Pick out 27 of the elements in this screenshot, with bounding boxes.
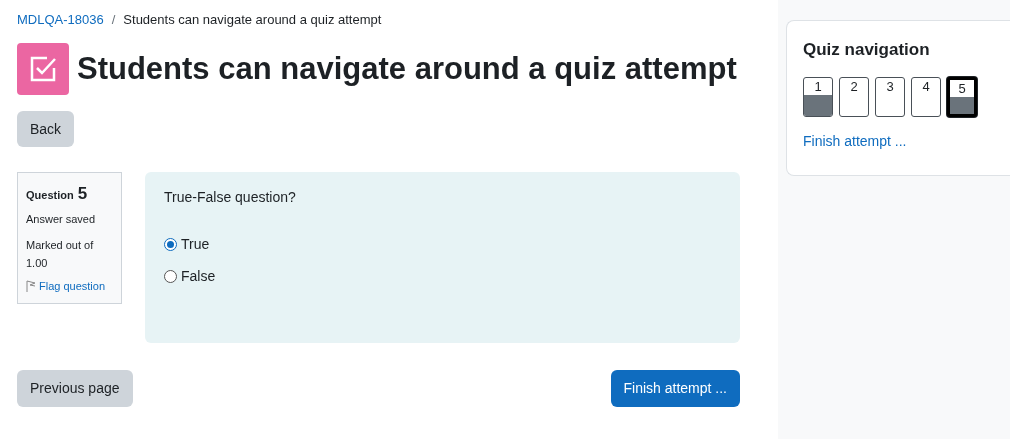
question-nav-button[interactable]: 1 — [803, 76, 833, 117]
question-nav-button[interactable]: 5 — [947, 76, 977, 117]
back-button[interactable]: Back — [17, 111, 75, 147]
flag-icon[interactable] — [26, 280, 36, 293]
question-nav-button[interactable]: 4 — [911, 76, 941, 117]
finish-attempt-link[interactable]: Finish attempt ... — [803, 130, 1010, 152]
question-number: 5 — [77, 183, 88, 205]
page-title: Students can navigate around a quiz attempt — [77, 49, 737, 88]
card-title: Quiz navigation — [803, 39, 931, 61]
radio-button[interactable] — [164, 238, 177, 251]
option-label[interactable]: False — [181, 266, 216, 287]
option-label[interactable]: True — [181, 234, 210, 255]
radio-button[interactable] — [164, 270, 177, 283]
breadcrumb-link[interactable]: MDLQA-18036 — [17, 10, 104, 30]
question-nav-button[interactable]: 2 — [839, 76, 869, 117]
answer-status: Answer saved — [26, 211, 97, 227]
breadcrumb-separator: / — [111, 11, 116, 30]
previous-page-button[interactable]: Previous page — [17, 370, 133, 407]
question-nav-button[interactable]: 3 — [875, 76, 905, 117]
question-text: True-False question? — [164, 188, 297, 207]
marked-out-of: Marked out of — [26, 238, 95, 253]
flag-question-link[interactable]: Flag question — [39, 278, 106, 295]
finish-attempt-button[interactable]: Finish attempt ... — [610, 370, 740, 407]
breadcrumb-current: Students can navigate around a quiz attempt — [123, 11, 382, 30]
quiz-icon — [17, 43, 69, 95]
max-mark: 1.00 — [26, 256, 49, 271]
question-label: Question — [26, 188, 74, 203]
